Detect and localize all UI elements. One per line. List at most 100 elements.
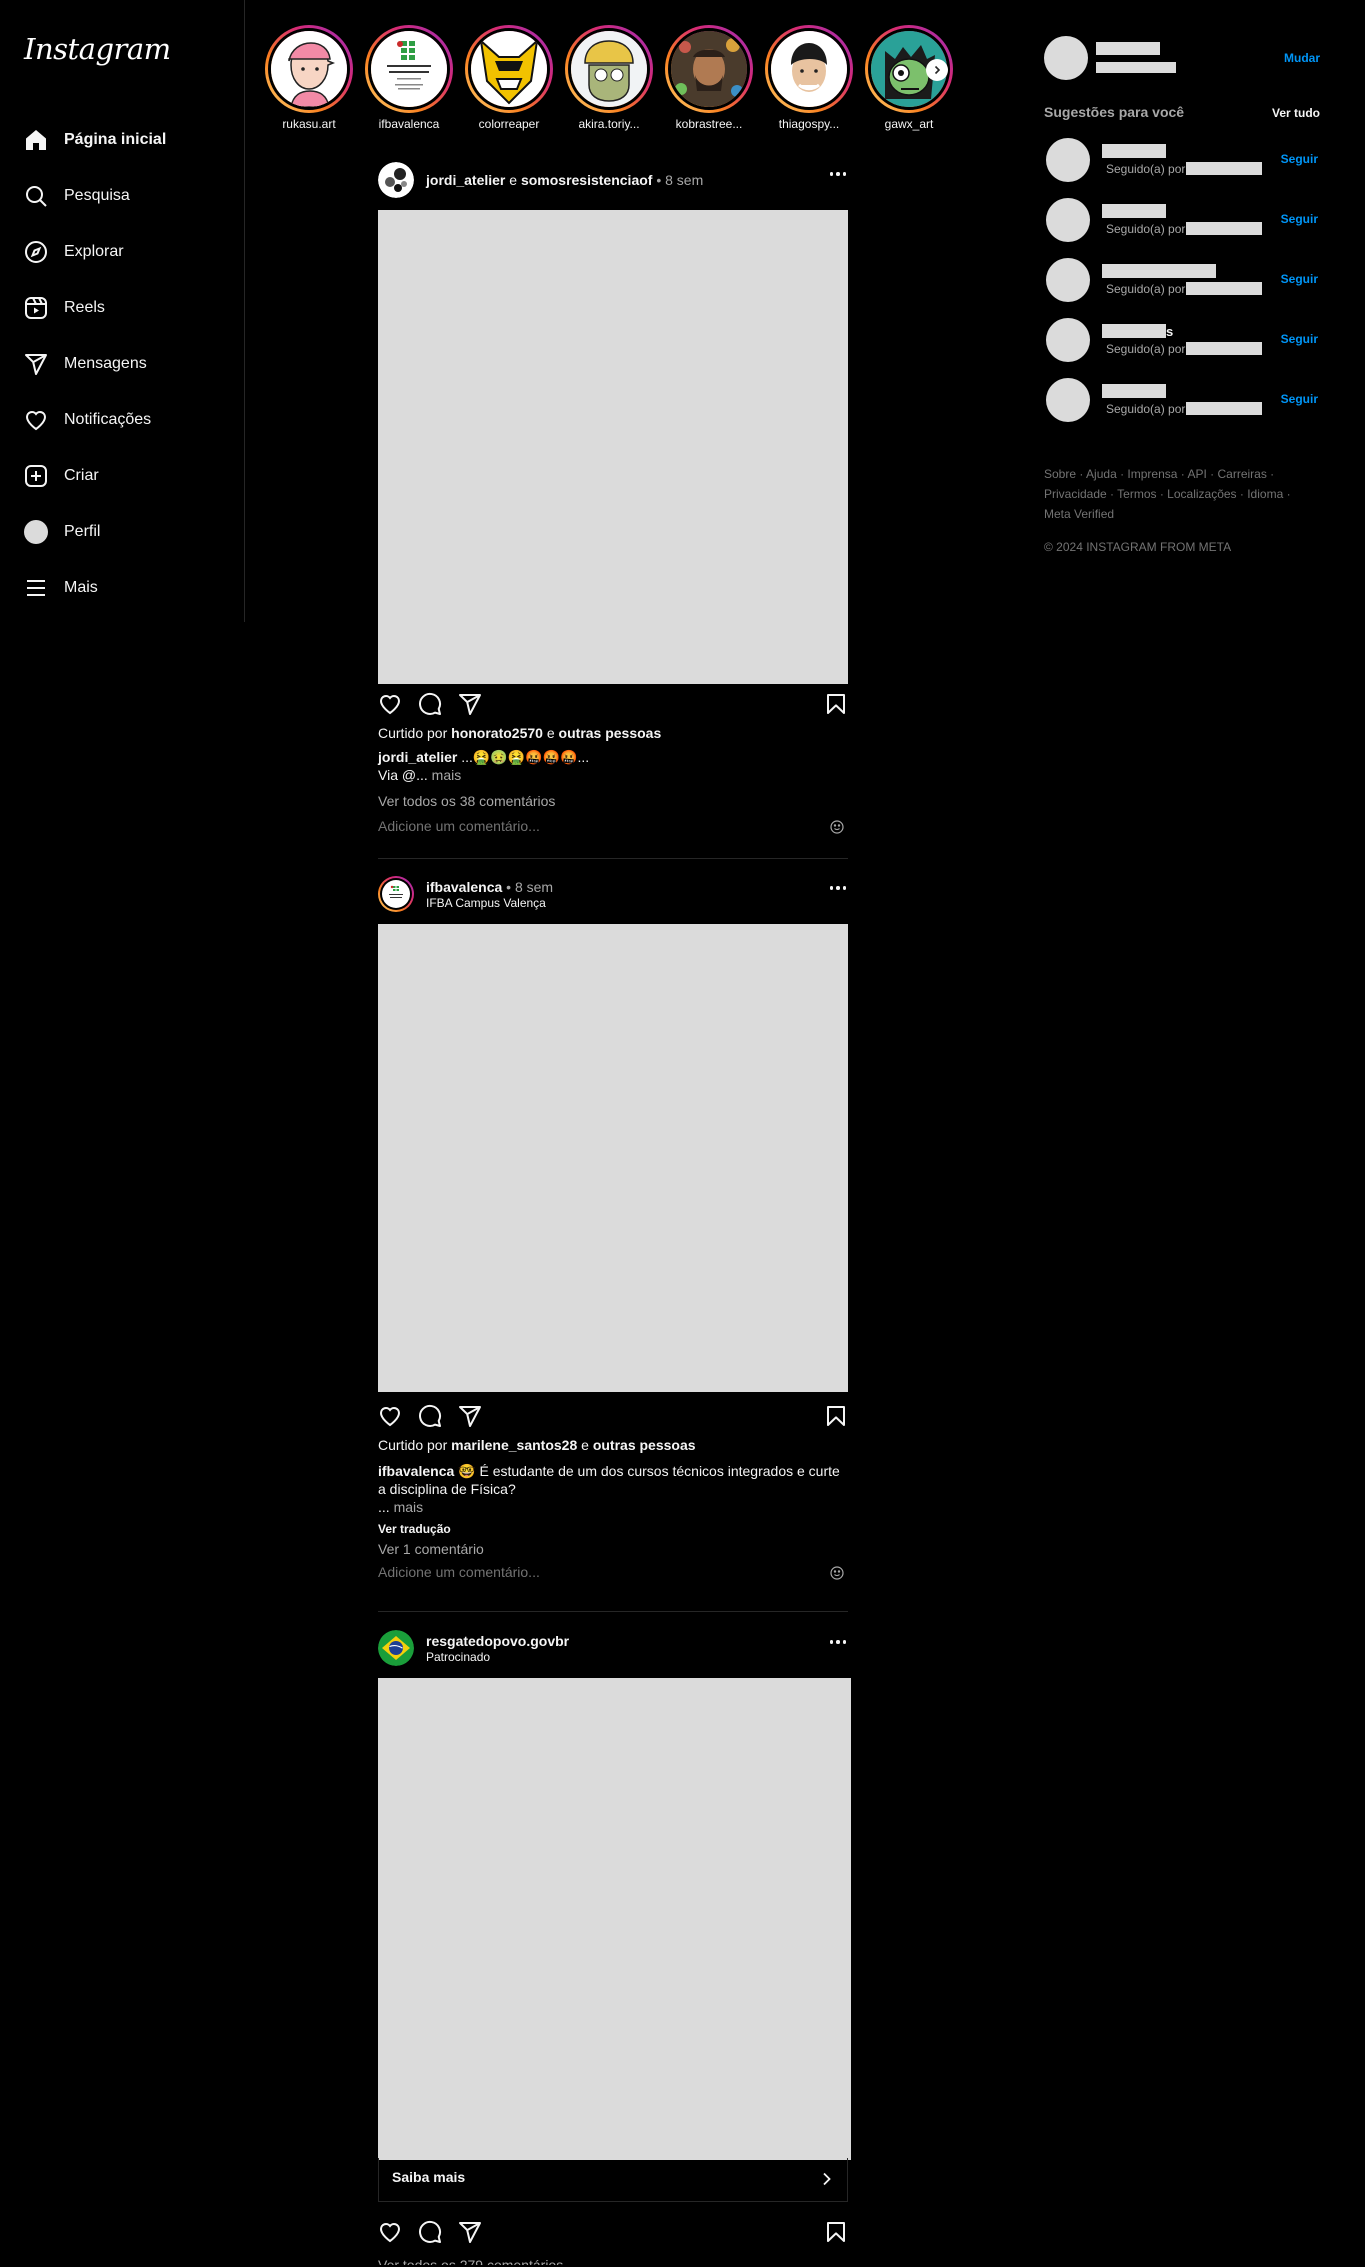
caption-username[interactable]: jordi_atelier xyxy=(378,749,457,765)
liked-by-user[interactable]: marilene_santos28 xyxy=(451,1437,577,1453)
redacted-username xyxy=(1102,144,1166,158)
post-username[interactable]: ifbavalenca xyxy=(426,879,502,895)
suggestion-item: Seguido(a) por Seguir xyxy=(1046,257,1332,305)
sidebar-item-profile[interactable]: Perfil xyxy=(24,504,234,560)
post-divider xyxy=(378,1611,848,1612)
post-avatar[interactable] xyxy=(378,162,414,198)
likes-joiner: e xyxy=(577,1437,593,1453)
story-item[interactable]: rukasu.art xyxy=(263,25,355,131)
bookmark-icon[interactable] xyxy=(824,1404,848,1428)
learn-more-button[interactable]: Saiba mais xyxy=(378,2158,848,2202)
follow-button[interactable]: Seguir xyxy=(1281,332,1318,346)
sidebar-item-explore[interactable]: Explorar xyxy=(24,224,234,280)
plus-square-icon xyxy=(24,464,48,488)
sidebar-item-create[interactable]: Criar xyxy=(24,448,234,504)
liked-by-others[interactable]: outras pessoas xyxy=(559,725,662,741)
view-comments-link[interactable]: Ver 1 comentário xyxy=(378,1540,850,1558)
follow-button[interactable]: Seguir xyxy=(1281,152,1318,166)
footer-link[interactable]: Sobre xyxy=(1044,467,1076,481)
post-actions-row: Ver todos os 279 comentários xyxy=(378,2212,850,2265)
post-caption: jordi_atelier ...🤮🤢🤮🤬🤬🤬... Via @... mais xyxy=(378,748,850,784)
follow-button[interactable]: Seguir xyxy=(1281,272,1318,286)
footer-link[interactable]: Ajuda xyxy=(1086,467,1117,481)
post-media[interactable] xyxy=(378,1678,851,2160)
more-options-icon[interactable] xyxy=(829,172,846,176)
post-username[interactable]: jordi_atelier xyxy=(426,172,505,188)
sidebar-item-label: Perfil xyxy=(64,523,101,540)
footer-link[interactable]: Privacidade xyxy=(1044,487,1107,501)
suggestion-avatar[interactable] xyxy=(1046,318,1090,362)
sidebar-item-more[interactable]: Mais xyxy=(24,560,234,616)
translate-link[interactable]: Ver tradução xyxy=(378,1522,850,1536)
story-username: akira.toriy... xyxy=(578,117,640,131)
post-avatar[interactable] xyxy=(378,1630,414,1666)
like-icon[interactable] xyxy=(378,692,402,716)
post-media[interactable] xyxy=(378,924,848,1392)
chevron-right-icon xyxy=(823,2172,831,2186)
comment-icon[interactable] xyxy=(418,692,442,716)
post-username[interactable]: resgatedopovo.govbr xyxy=(426,1633,569,1649)
share-icon[interactable] xyxy=(458,692,482,716)
story-item[interactable]: kobrastree... xyxy=(663,25,755,131)
footer-link[interactable]: Idioma xyxy=(1247,487,1283,501)
emoji-icon[interactable] xyxy=(830,1566,844,1580)
post-author: resgatedopovo.govbr Patrocinado xyxy=(426,1632,569,1664)
caption-text: ...🤮🤢🤮🤬🤬🤬... xyxy=(457,749,590,765)
suggestion-item: Seguido(a) por Seguir xyxy=(1046,377,1332,425)
liked-by-others[interactable]: outras pessoas xyxy=(593,1437,696,1453)
like-icon[interactable] xyxy=(378,2220,402,2244)
suggestion-avatar[interactable] xyxy=(1046,198,1090,242)
suggestion-avatar[interactable] xyxy=(1046,378,1090,422)
post-location[interactable]: IFBA Campus Valença xyxy=(426,896,553,910)
post-collab-username[interactable]: somosresistenciaof xyxy=(521,172,653,188)
sidebar-item-messages[interactable]: Mensagens xyxy=(24,336,234,392)
post-actions xyxy=(378,1396,850,1436)
story-item[interactable]: ifbavalenca xyxy=(363,25,455,131)
story-item[interactable]: akira.toriy... xyxy=(563,25,655,131)
post-author: jordi_atelier e somosresistenciaof • 8 s… xyxy=(426,171,703,189)
like-icon[interactable] xyxy=(378,1404,402,1428)
caption-more-link[interactable]: mais xyxy=(394,1499,424,1515)
story-item[interactable]: colorreaper xyxy=(463,25,555,131)
current-user-avatar[interactable] xyxy=(1044,36,1088,80)
more-options-icon[interactable] xyxy=(829,886,846,890)
sidebar-item-search[interactable]: Pesquisa xyxy=(24,168,234,224)
follow-button[interactable]: Seguir xyxy=(1281,212,1318,226)
caption-more-link[interactable]: mais xyxy=(432,767,462,783)
liked-by-user[interactable]: honorato2570 xyxy=(451,725,543,741)
footer-link[interactable]: Imprensa xyxy=(1127,467,1177,481)
post-avatar[interactable] xyxy=(378,876,414,912)
comment-icon[interactable] xyxy=(418,1404,442,1428)
suggestion-avatar[interactable] xyxy=(1046,138,1090,182)
bookmark-icon[interactable] xyxy=(824,2220,848,2244)
switch-account-button[interactable]: Mudar xyxy=(1284,51,1320,65)
instagram-logo[interactable]: Instagram xyxy=(24,32,171,66)
footer-link[interactable]: API xyxy=(1187,467,1206,481)
sidebar-item-notifications[interactable]: Notificações xyxy=(24,392,234,448)
view-comments-link[interactable]: Ver todos os 279 comentários xyxy=(378,2256,850,2265)
stories-next-button[interactable] xyxy=(926,59,948,81)
footer-link[interactable]: Localizações xyxy=(1167,487,1236,501)
sidebar-item-home[interactable]: Página inicial xyxy=(24,112,234,168)
follow-button[interactable]: Seguir xyxy=(1281,392,1318,406)
redacted-username xyxy=(1102,324,1166,338)
post-media[interactable] xyxy=(378,210,848,684)
add-comment-input[interactable]: Adicione um comentário... xyxy=(378,818,850,836)
story-item[interactable]: thiagospy... xyxy=(763,25,855,131)
emoji-icon[interactable] xyxy=(830,820,844,834)
share-icon[interactable] xyxy=(458,2220,482,2244)
more-options-icon[interactable] xyxy=(829,1640,846,1644)
view-comments-link[interactable]: Ver todos os 38 comentários xyxy=(378,792,850,810)
share-icon[interactable] xyxy=(458,1404,482,1428)
compass-icon xyxy=(24,240,48,264)
sidebar-item-reels[interactable]: Reels xyxy=(24,280,234,336)
caption-username[interactable]: ifbavalenca xyxy=(378,1463,454,1479)
comment-icon[interactable] xyxy=(418,2220,442,2244)
footer-link[interactable]: Carreiras xyxy=(1217,467,1266,481)
bookmark-icon[interactable] xyxy=(824,692,848,716)
see-all-link[interactable]: Ver tudo xyxy=(1272,106,1320,120)
add-comment-input[interactable]: Adicione um comentário... xyxy=(378,1564,850,1582)
suggestion-avatar[interactable] xyxy=(1046,258,1090,302)
footer-link[interactable]: Meta Verified xyxy=(1044,507,1114,521)
footer-link[interactable]: Termos xyxy=(1117,487,1156,501)
